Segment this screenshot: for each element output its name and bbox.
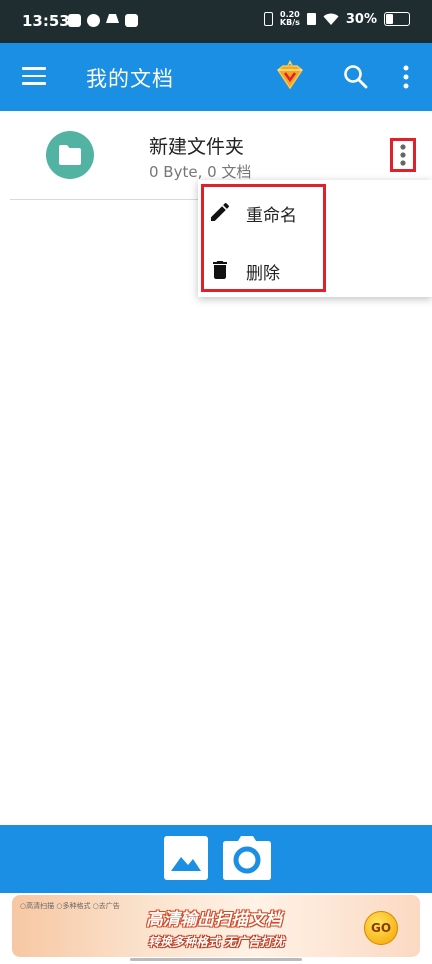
battery-icon	[384, 12, 410, 26]
image-gallery-icon[interactable]	[163, 835, 209, 881]
more-vertical-icon	[400, 144, 406, 166]
menu-icon[interactable]	[22, 67, 46, 85]
vip-diamond-icon[interactable]	[272, 58, 308, 94]
file-meta: 0 Byte, 0 文档	[149, 163, 252, 181]
ad-title: 高清输出扫描文档	[146, 910, 282, 930]
page-title: 我的文档	[86, 67, 174, 91]
notification-icon	[125, 14, 138, 27]
ad-go-button[interactable]: GO	[364, 911, 398, 945]
network-speed-unit: KB/s	[279, 18, 300, 27]
status-time: 13:53	[22, 12, 70, 30]
no-sim-icon	[306, 13, 316, 25]
folder-avatar	[46, 131, 94, 179]
home-indicator[interactable]	[130, 958, 302, 961]
battery-percent: 30%	[345, 11, 377, 27]
network-speed: 0.20 KB/s	[280, 11, 300, 27]
notification-icons	[68, 14, 138, 27]
app-bar: 我的文档	[0, 43, 432, 111]
crown-icon	[106, 14, 119, 23]
more-vertical-icon[interactable]	[396, 63, 416, 91]
status-right: 0.20 KB/s 30%	[263, 11, 410, 27]
folder-icon	[59, 145, 81, 165]
ad-banner[interactable]: ○高清扫描 ○多种格式 ○去广告 高清输出扫描文档 转换多种格式 无广告打扰 G…	[12, 895, 420, 957]
vibrate-icon	[263, 12, 273, 26]
notification-icon	[68, 14, 81, 27]
battery-fill	[386, 14, 394, 24]
file-name: 新建文件夹	[149, 136, 245, 158]
camera-icon[interactable]	[222, 835, 272, 881]
wifi-icon	[323, 13, 339, 25]
bottom-action-bar	[0, 825, 432, 893]
notification-icon	[87, 14, 100, 27]
context-menu: 重命名 删除	[198, 180, 432, 297]
highlight-box	[201, 184, 326, 292]
ad-tags: ○高清扫描 ○多种格式 ○去广告	[20, 902, 120, 910]
row-more-button[interactable]	[390, 138, 416, 172]
search-icon[interactable]	[342, 63, 370, 91]
ad-subtitle: 转换多种格式 无广告打扰	[148, 935, 285, 949]
status-bar: 13:53 0.20 KB/s 30%	[0, 0, 432, 43]
